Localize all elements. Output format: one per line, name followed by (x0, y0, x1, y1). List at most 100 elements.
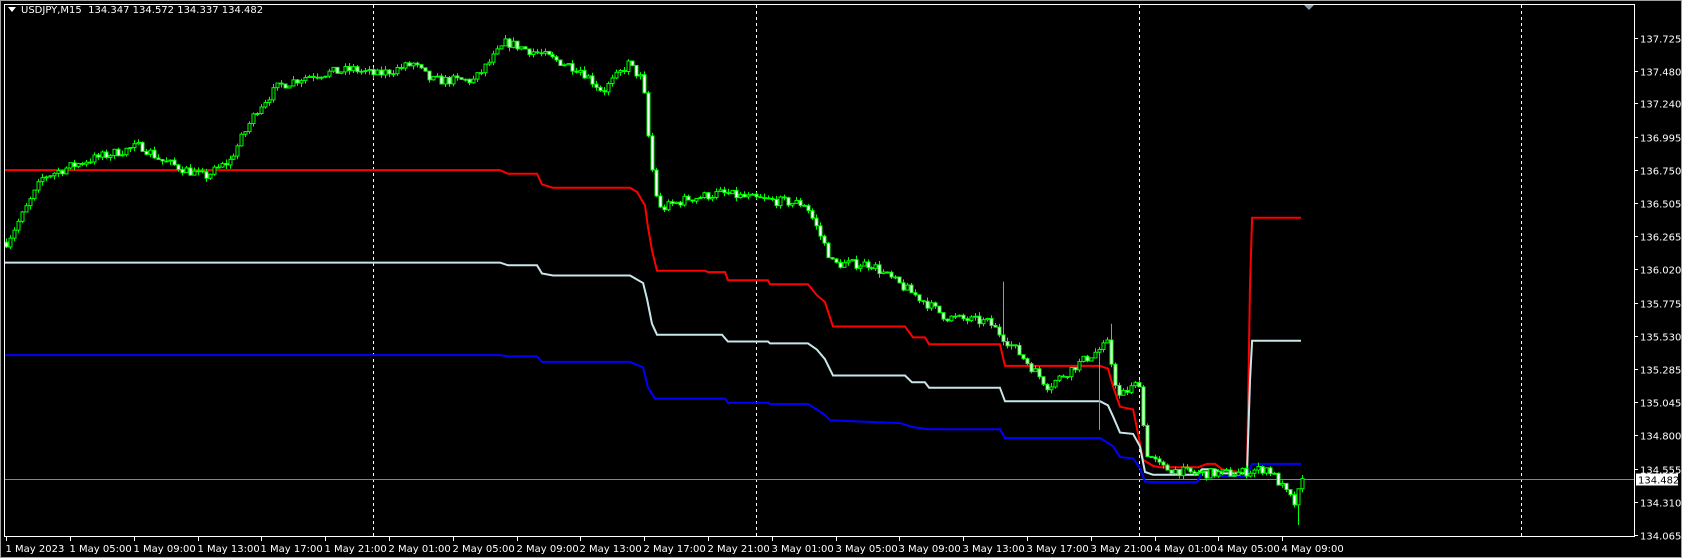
candle (826, 241, 831, 259)
candle-body (885, 271, 890, 274)
candle-body (164, 160, 169, 163)
candle-body (303, 77, 308, 82)
candle-body (770, 198, 775, 201)
candle (1041, 376, 1046, 386)
candle-body (108, 155, 113, 158)
price-tick-label: 137.725 (1640, 35, 1681, 46)
candle (431, 75, 436, 81)
candle (654, 167, 659, 197)
candle-body (124, 147, 129, 156)
current-price-text: 134.482 (1638, 476, 1679, 487)
candle-body (84, 161, 89, 165)
candle-body (463, 78, 468, 81)
candle-body (212, 166, 217, 175)
candle-body (1292, 494, 1297, 506)
candle-body (550, 53, 555, 58)
candle-body (1057, 375, 1062, 381)
candle-body (854, 259, 859, 269)
candle (515, 40, 520, 51)
candle-body (295, 79, 300, 84)
candle (897, 276, 902, 284)
candle-body (275, 82, 280, 89)
candle-body (698, 197, 703, 200)
candle-body (379, 69, 384, 76)
candle-body (60, 170, 65, 175)
candle-body (678, 201, 683, 206)
candle-body (1061, 375, 1066, 378)
candle-body (842, 262, 847, 268)
candle-body (897, 276, 902, 284)
candle (283, 83, 288, 89)
candle (140, 141, 145, 152)
candle (68, 162, 73, 170)
candle-body (873, 264, 878, 269)
candle-body (216, 166, 221, 169)
candle-body (925, 300, 930, 309)
time-tick-label: 1 May 09:00 (134, 544, 196, 555)
time-tick-label: 1 May 05:00 (70, 544, 132, 555)
candle-body (427, 70, 432, 81)
candle-body (1256, 466, 1261, 471)
candle-body (806, 205, 811, 212)
candle (459, 77, 464, 80)
candle-body (56, 170, 61, 174)
candle-body (1196, 471, 1201, 475)
candle-body (208, 173, 213, 179)
candle (885, 271, 890, 274)
price-tick-label: 135.285 (1640, 366, 1681, 377)
candle (674, 201, 679, 205)
candle-body (973, 315, 978, 318)
candle-body (467, 78, 472, 84)
price-tick-label: 134.065 (1640, 532, 1681, 543)
candle-body (1025, 358, 1030, 365)
candle-body (858, 265, 863, 269)
candle-body (937, 305, 942, 314)
time-tick-label: 2 May 17:00 (644, 544, 706, 555)
dropdown-triangle-icon[interactable] (8, 7, 16, 12)
candle-body (451, 75, 456, 85)
price-tick-label: 135.530 (1640, 333, 1681, 344)
candle (702, 191, 707, 199)
candle-body (598, 86, 603, 92)
candle-body (471, 78, 476, 84)
time-tick-label: 2 May 13:00 (580, 544, 642, 555)
candle-body (40, 177, 45, 183)
candle-body (586, 75, 591, 79)
candle-body (36, 181, 41, 191)
candle-body (8, 237, 13, 248)
candle-body (726, 192, 731, 195)
candle-body (235, 145, 240, 157)
candle (850, 259, 855, 262)
candle-body (1224, 469, 1229, 472)
candle-body (511, 40, 516, 48)
price-tick-label: 137.480 (1640, 68, 1681, 79)
candle-body (499, 45, 504, 50)
candle-body (1037, 368, 1042, 378)
price-tick-label: 136.995 (1640, 134, 1681, 145)
candle-body (686, 195, 691, 201)
candle (646, 91, 651, 138)
symbol-timeframe: USDJPY,M15 (21, 5, 82, 16)
candle-body (363, 70, 368, 73)
candle-body (128, 147, 133, 150)
candle-body (76, 162, 81, 168)
candle-body (311, 75, 316, 78)
candle (1169, 469, 1174, 475)
candle-body (196, 170, 201, 173)
candle-body (562, 64, 567, 67)
candle-body (307, 75, 312, 79)
price-chart[interactable]: 137.725 137.480 137.240 136.995 136.750 136.5… (0, 0, 1682, 558)
candle-body (503, 38, 508, 47)
time-tick-label: 3 May 21:00 (1091, 544, 1153, 555)
candle-body (1073, 366, 1078, 371)
candle-body (519, 46, 524, 50)
candle-body (1188, 467, 1193, 473)
candle-body (515, 40, 520, 50)
candle-body (1005, 341, 1010, 347)
candle-body (251, 113, 256, 125)
candle-body (913, 292, 918, 296)
candle-body (367, 68, 372, 72)
candle-body (375, 69, 380, 76)
candle-body (439, 75, 444, 85)
candle-body (156, 157, 161, 160)
